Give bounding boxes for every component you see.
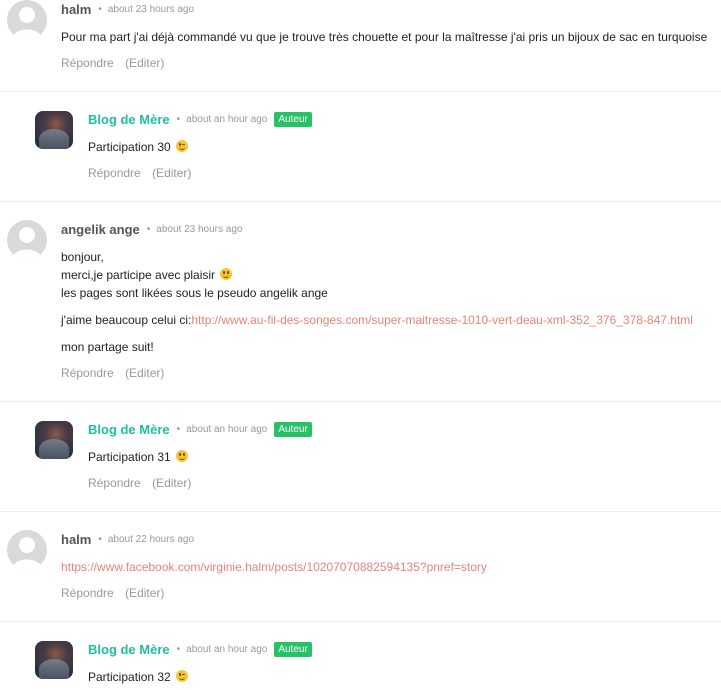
author-badge: Auteur <box>274 112 312 127</box>
separator-dot: • <box>146 224 151 235</box>
author-badge: Auteur <box>274 422 312 437</box>
comment-author[interactable]: Blog de Mère <box>88 642 170 657</box>
comment-timestamp[interactable]: about 23 hours ago <box>108 4 194 15</box>
edit-link[interactable]: (Editer) <box>152 166 191 180</box>
comment-line: bonjour, <box>61 250 104 264</box>
separator-dot: • <box>98 4 102 15</box>
comment-line: les pages sont likées sous le pseudo ang… <box>61 286 328 300</box>
divider <box>0 91 721 92</box>
smiling-face-icon <box>176 450 189 462</box>
comment-author[interactable]: halm <box>61 2 91 17</box>
site-avatar <box>35 421 73 459</box>
comment-timestamp[interactable]: about an hour ago <box>186 424 267 435</box>
reply-link[interactable]: Répondre <box>88 476 141 490</box>
separator-dot: • <box>98 534 102 545</box>
edit-link[interactable]: (Editer) <box>125 56 164 70</box>
comment-author[interactable]: angelik ange <box>61 222 140 237</box>
edit-link[interactable]: (Editer) <box>125 366 164 380</box>
divider <box>0 201 721 202</box>
separator-dot: • <box>176 114 181 125</box>
divider <box>0 621 721 622</box>
comment-line: mon partage suit! <box>61 340 154 354</box>
reply-link[interactable]: Répondre <box>61 586 114 600</box>
divider <box>0 511 721 512</box>
comment-author[interactable]: Blog de Mère <box>88 422 170 437</box>
author-badge: Auteur <box>274 642 312 657</box>
site-avatar <box>35 111 73 149</box>
separator-dot: • <box>176 424 181 435</box>
comment-line: merci,je participe avec plaisir <box>61 268 216 282</box>
separator-dot: • <box>176 644 181 655</box>
default-avatar-icon <box>7 0 47 40</box>
comment-link[interactable]: https://www.facebook.com/virginie.halm/p… <box>61 560 487 574</box>
reply-link[interactable]: Répondre <box>61 366 114 380</box>
comment-body: Pour ma part j'ai déjà commandé vu que j… <box>61 30 708 44</box>
default-avatar-icon <box>7 530 47 570</box>
comment-author[interactable]: Blog de Mère <box>88 112 170 127</box>
default-avatar-icon <box>7 220 47 260</box>
divider <box>0 401 721 402</box>
edit-link[interactable]: (Editer) <box>125 586 164 600</box>
comment-link[interactable]: http://www.au-fil-des-songes.com/super-m… <box>191 313 693 327</box>
comment-body: Participation 31 <box>88 450 171 464</box>
reply-link[interactable]: Répondre <box>88 166 141 180</box>
smiling-face-icon <box>220 268 233 280</box>
comment-timestamp[interactable]: about 22 hours ago <box>108 534 194 545</box>
reply-link[interactable]: Répondre <box>61 56 114 70</box>
comment-timestamp[interactable]: about an hour ago <box>186 114 267 125</box>
comment-body: Participation 32 <box>88 670 171 684</box>
comment-link-prefix: j'aime beaucoup celui ci: <box>61 313 192 327</box>
winking-face-icon <box>176 670 189 682</box>
comment-timestamp[interactable]: about 23 hours ago <box>156 224 242 235</box>
edit-link[interactable]: (Editer) <box>152 476 191 490</box>
comment-body: Participation 30 <box>88 140 171 154</box>
site-avatar <box>35 641 73 679</box>
comment-author[interactable]: halm <box>61 532 91 547</box>
comment-timestamp[interactable]: about an hour ago <box>186 644 267 655</box>
winking-face-icon <box>176 140 189 152</box>
